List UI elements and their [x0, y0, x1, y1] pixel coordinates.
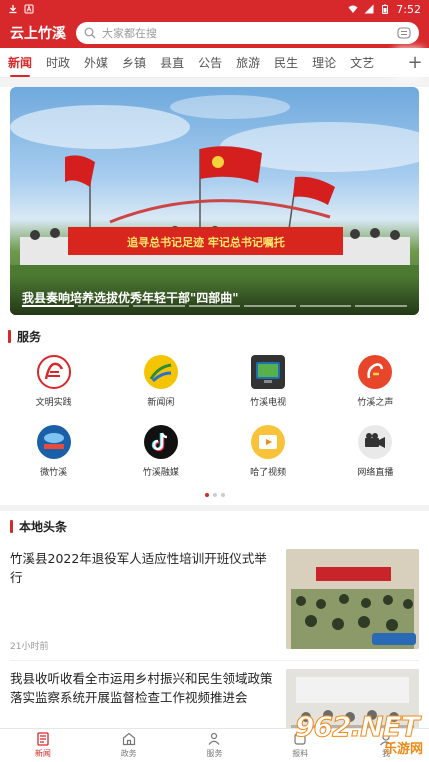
services-header: 服务 — [0, 321, 429, 351]
service-label: 文明实践 — [35, 398, 72, 408]
banner-page-indicator — [188, 305, 241, 307]
tab-announcements[interactable]: 公告 — [198, 48, 222, 77]
top-bar: 7:52 云上竹溪 — [0, 0, 429, 48]
tv-icon — [251, 355, 286, 389]
local-news-title: 本地头条 — [19, 519, 68, 534]
search-icon — [84, 27, 96, 39]
banner-caption: 我县奏响培养选拔优秀年轻干部"四部曲" — [10, 275, 419, 315]
services-page-dot — [204, 493, 209, 497]
tab-townships[interactable]: 乡镇 — [122, 48, 146, 77]
news-leisure-icon — [143, 355, 178, 389]
tab-livelihood[interactable]: 民生 — [274, 48, 298, 77]
local-news-header: 本地头条 — [10, 511, 419, 541]
a-icon — [24, 4, 34, 14]
battery-icon — [382, 4, 389, 14]
add-tab-button[interactable]: + — [401, 48, 429, 77]
banner-carousel[interactable]: 追寻总书记足迹 牢记总书记嘱托 我县奏响培养选拔优秀年轻干部"四部曲" — [10, 87, 419, 315]
news-timestamp: 21小时前 — [10, 642, 49, 652]
tab-theory[interactable]: 理论 — [312, 48, 336, 77]
news-headline: 我县收听收看全市运用乡村振兴和民生领域政策落实监察系统开展监督检查工作视频推进会 — [10, 671, 273, 705]
search-bar[interactable] — [76, 22, 419, 44]
wifi-icon — [348, 5, 358, 13]
status-bar: 7:52 — [0, 0, 429, 18]
service-civilization-practice[interactable]: 文明实践 — [0, 355, 107, 417]
download-icon — [9, 5, 17, 14]
tab-tourism[interactable]: 旅游 — [236, 48, 260, 77]
services-section: 服务 文明实践 新闻闲 竹溪电视 竹溪之声 微竹溪 竹溪融媒 哈了视频 网络直播 — [0, 315, 429, 505]
services-pagination — [0, 487, 429, 505]
services-grid: 文明实践 新闻闲 竹溪电视 竹溪之声 微竹溪 竹溪融媒 哈了视频 网络直播 — [0, 355, 429, 487]
section-accent-bar — [8, 329, 11, 343]
banner-sign-text: 追寻总书记足迹 牢记总书记嘱托 — [127, 235, 285, 249]
category-tabs: 新闻 时政 外媒 乡镇 县直 公告 旅游 民生 理论 文艺 + — [0, 48, 429, 78]
search-input[interactable] — [102, 26, 391, 40]
service-label: 竹溪融媒 — [142, 468, 179, 478]
tab-culture[interactable]: 文艺 — [350, 48, 374, 77]
voice-icon — [358, 355, 393, 389]
banner-page-indicator — [133, 305, 185, 307]
service-live-stream[interactable]: 网络直播 — [322, 425, 429, 487]
service-zhuxi-voice[interactable]: 竹溪之声 — [322, 355, 429, 417]
tab-politics[interactable]: 时政 — [46, 48, 70, 77]
service-label: 网络直播 — [357, 468, 394, 478]
banner-page-indicator — [355, 305, 408, 307]
banner-section: 追寻总书记足迹 牢记总书记嘱托 我县奏响培养选拔优秀年轻干部"四部曲" — [0, 87, 429, 315]
gov-icon — [122, 732, 135, 746]
news-thumbnail — [286, 549, 419, 649]
video-play-icon — [251, 425, 286, 459]
tab-news[interactable]: 新闻 — [8, 48, 32, 77]
service-label: 竹溪之声 — [357, 398, 394, 408]
app-title: 云上竹溪 — [10, 26, 66, 42]
nav-service[interactable]: 服务 — [172, 729, 258, 762]
services-title: 服务 — [17, 329, 42, 344]
app-header: 云上竹溪 — [0, 18, 429, 48]
micro-zhuxi-icon — [36, 425, 71, 459]
banner-page-indicator — [22, 305, 74, 307]
service-label: 微竹溪 — [40, 468, 68, 478]
service-label: 哈了视频 — [250, 468, 287, 478]
banner-page-indicator — [299, 305, 352, 307]
site-watermark: 962.NET 乐游网 — [293, 706, 425, 758]
service-zhuxi-media[interactable]: 竹溪融媒 — [107, 425, 214, 487]
services-page-dot — [220, 493, 225, 497]
live-camera-icon — [358, 425, 393, 459]
signal-icon — [364, 4, 374, 14]
tab-county-departments[interactable]: 县直 — [160, 48, 184, 77]
nav-label: 政务 — [120, 749, 137, 758]
service-video[interactable]: 哈了视频 — [215, 425, 322, 487]
services-page-dot — [212, 493, 217, 497]
scan-icon[interactable] — [397, 27, 411, 39]
news-headline: 竹溪县2022年退役军人适应性培训开班仪式举行 — [10, 551, 267, 585]
banner-page-indicator — [244, 305, 296, 307]
service-label: 竹溪电视 — [250, 398, 287, 408]
section-accent-bar — [10, 519, 13, 533]
status-time: 7:52 — [396, 2, 421, 16]
service-label: 新闻闲 — [147, 398, 175, 408]
civilization-practice-icon — [36, 355, 71, 389]
service-icon — [209, 732, 220, 745]
service-micro-zhuxi[interactable]: 微竹溪 — [0, 425, 107, 487]
plus-icon: + — [407, 52, 423, 73]
news-icon — [37, 732, 49, 746]
nav-label: 新闻 — [34, 749, 51, 758]
nav-gov[interactable]: 政务 — [86, 729, 172, 762]
news-item[interactable]: 竹溪县2022年退役军人适应性培训开班仪式举行 21小时前 — [10, 541, 419, 661]
tiktok-icon — [143, 425, 178, 459]
service-zhuxi-tv[interactable]: 竹溪电视 — [215, 355, 322, 417]
banner-pagination — [22, 305, 408, 307]
nav-news[interactable]: 新闻 — [0, 729, 86, 762]
service-news-leisure[interactable]: 新闻闲 — [107, 355, 214, 417]
banner-page-indicator — [77, 305, 130, 307]
tab-foreign-media[interactable]: 外媒 — [84, 48, 108, 77]
watermark-site: 乐游网 — [383, 742, 423, 757]
app-screen: 7:52 云上竹溪 新闻 时政 外媒 乡镇 县直 公告 旅游 民生 理论 文艺 … — [0, 0, 429, 762]
nav-label: 服务 — [206, 749, 223, 758]
